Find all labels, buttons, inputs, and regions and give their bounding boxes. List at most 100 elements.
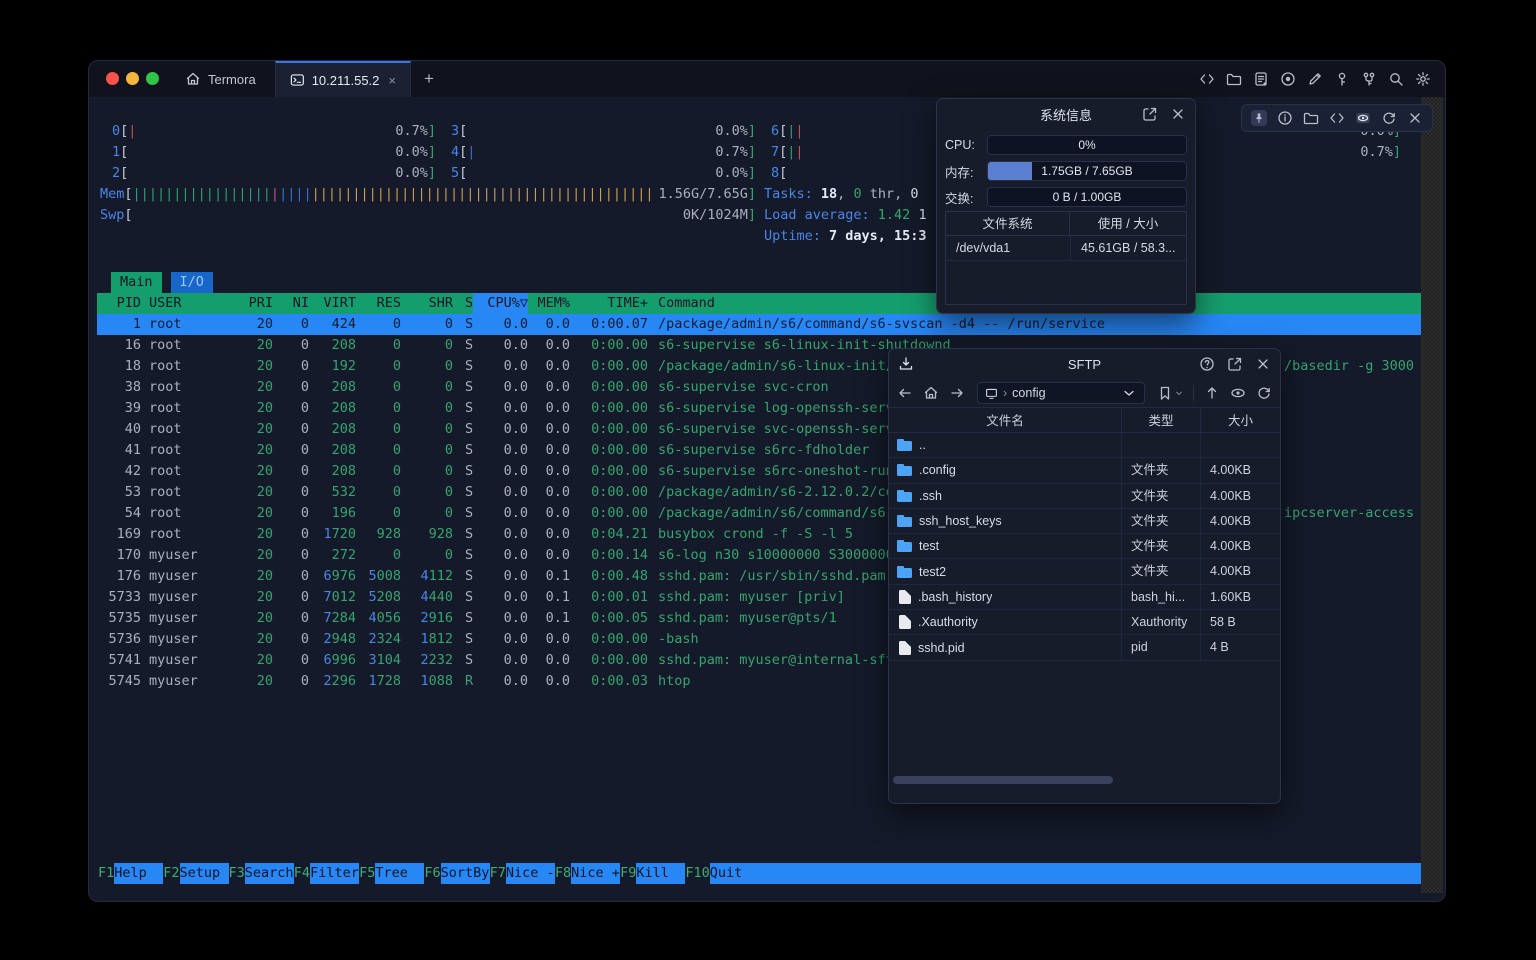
show-hidden-icon[interactable] xyxy=(1230,385,1246,401)
terminal-icon xyxy=(290,72,305,88)
search-icon[interactable] xyxy=(1388,71,1404,87)
htop-tab-main[interactable]: Main xyxy=(111,272,162,293)
forward-icon[interactable] xyxy=(949,385,965,401)
code-icon[interactable] xyxy=(1199,71,1215,87)
open-in-window-icon[interactable] xyxy=(1142,106,1158,122)
fnkey-f7[interactable]: F7 xyxy=(490,863,506,884)
system-info-titlebar: 系统信息 xyxy=(937,99,1195,129)
fnlabel-search[interactable]: Search xyxy=(245,863,294,884)
settings-icon[interactable] xyxy=(1415,71,1431,87)
column-size[interactable]: 大小 xyxy=(1200,408,1280,434)
fnlabel-help[interactable]: Help xyxy=(114,863,163,884)
fnkey-f8[interactable]: F8 xyxy=(555,863,571,884)
close-icon[interactable] xyxy=(1170,106,1186,122)
gpu-monitor-icon[interactable] xyxy=(1355,110,1371,126)
cpu-usage-bar: 0% xyxy=(987,135,1187,155)
column-type[interactable]: 类型 xyxy=(1121,408,1200,434)
fnlabel-nice-[interactable]: Nice - xyxy=(506,863,555,884)
caret-down-icon[interactable] xyxy=(1175,385,1183,401)
cpu-meter-line: 2[0.0%]5[0.0%]8[ xyxy=(97,163,1430,184)
notes-icon[interactable] xyxy=(1253,71,1269,87)
fnkey-f5[interactable]: F5 xyxy=(359,863,375,884)
file-icon xyxy=(899,641,911,655)
file-row[interactable]: ssh_host_keys文件夹4.00KB xyxy=(889,509,1280,534)
fnkey-f3[interactable]: F3 xyxy=(229,863,245,884)
titlebar-toolbar xyxy=(1199,61,1431,97)
filesystem-row[interactable]: /dev/vda1 45.61GB / 58.3... xyxy=(946,236,1186,261)
folder-icon[interactable] xyxy=(1303,110,1319,126)
filesystem-table: 文件系统 使用 / 大小 /dev/vda1 45.61GB / 58.3... xyxy=(945,211,1187,305)
file-row[interactable]: .ssh文件夹4.00KB xyxy=(889,484,1280,509)
info-icon[interactable] xyxy=(1277,110,1293,126)
edit-icon[interactable] xyxy=(1307,71,1323,87)
file-icon xyxy=(899,590,911,604)
path-breadcrumb[interactable]: › config xyxy=(977,382,1145,404)
download-icon[interactable] xyxy=(898,356,914,372)
current-folder: config xyxy=(1012,386,1045,400)
fnlabel-setup[interactable]: Setup xyxy=(180,863,229,884)
new-tab-button[interactable]: + xyxy=(419,69,439,89)
fnlabel-sortby[interactable]: SortBy xyxy=(441,863,490,884)
htop-function-bar: F1Help F2Setup F3SearchF4FilterF5Tree F6… xyxy=(98,863,1422,884)
file-row[interactable]: .bash_historybash_hi...1.60KB xyxy=(889,585,1280,610)
fnlabel-quit[interactable]: Quit xyxy=(710,863,1422,884)
parent-directory-icon[interactable] xyxy=(1204,385,1220,401)
close-window-button[interactable] xyxy=(106,72,119,85)
home-icon[interactable] xyxy=(923,385,939,401)
folder-icon xyxy=(897,566,912,578)
command-overflow: ipcserver-access xyxy=(1284,503,1414,524)
refresh-icon[interactable] xyxy=(1381,110,1397,126)
fnkey-f1[interactable]: F1 xyxy=(98,863,114,884)
fnlabel-nice-[interactable]: Nice + xyxy=(571,863,620,884)
swap-meter-line: Swp[0K/1024M]Load average: 1.42 1 xyxy=(97,205,1430,226)
refresh-icon[interactable] xyxy=(1256,385,1272,401)
record-icon[interactable] xyxy=(1280,71,1296,87)
chevron-down-icon[interactable] xyxy=(1121,385,1137,401)
key-icon[interactable] xyxy=(1334,71,1350,87)
fnlabel-kill[interactable]: Kill xyxy=(636,863,685,884)
fnkey-f9[interactable]: F9 xyxy=(620,863,636,884)
fnkey-f4[interactable]: F4 xyxy=(294,863,310,884)
horizontal-scrollbar[interactable] xyxy=(893,776,1113,784)
file-row[interactable]: sshd.pidpid4 B xyxy=(889,635,1280,660)
sftp-panel: SFTP › config xyxy=(888,348,1281,804)
back-icon[interactable] xyxy=(897,385,913,401)
terminal-scrollbar[interactable] xyxy=(1421,97,1443,893)
fs-name: /dev/vda1 xyxy=(946,236,1070,261)
htop-tab-io[interactable]: I/O xyxy=(171,272,213,293)
code-icon[interactable] xyxy=(1329,110,1345,126)
tab-termora-home[interactable]: Termora xyxy=(171,61,270,97)
process-row[interactable]: 1root20042400S0.00.00:00.07/package/admi… xyxy=(97,314,1422,335)
column-filename[interactable]: 文件名 xyxy=(889,408,1121,434)
memory-usage-bar: 1.75GB / 7.65GB xyxy=(987,161,1187,181)
fnlabel-tree[interactable]: Tree xyxy=(375,863,424,884)
fs-column-header: 文件系统 xyxy=(946,212,1070,236)
fnkey-f10[interactable]: F10 xyxy=(685,863,709,884)
file-row[interactable]: .. xyxy=(889,433,1280,458)
file-row[interactable]: .XauthorityXauthority58 B xyxy=(889,610,1280,635)
tab-ssh-session[interactable]: 10.211.55.2 × xyxy=(275,61,411,97)
file-row[interactable]: test2文件夹4.00KB xyxy=(889,559,1280,584)
close-icon[interactable] xyxy=(1255,356,1271,372)
file-table-header[interactable]: 文件名 类型 大小 xyxy=(889,407,1280,433)
keychain-icon[interactable] xyxy=(1361,71,1377,87)
close-icon[interactable] xyxy=(1407,110,1423,126)
maximize-window-button[interactable] xyxy=(146,72,159,85)
file-row[interactable]: .config文件夹4.00KB xyxy=(889,458,1280,483)
fnkey-f2[interactable]: F2 xyxy=(163,863,179,884)
fnlabel-filter[interactable]: Filter xyxy=(310,863,359,884)
process-table-header[interactable]: PIDUSERPRINIVIRTRESSHRSCPU%▽MEM%TIME+Com… xyxy=(97,293,1422,314)
close-tab-icon[interactable]: × xyxy=(388,73,396,88)
pin-icon[interactable] xyxy=(1251,110,1267,126)
folder-icon xyxy=(897,464,912,476)
breadcrumb-separator: › xyxy=(1003,386,1007,400)
swap-label: 交换: xyxy=(945,188,987,207)
minimize-window-button[interactable] xyxy=(126,72,139,85)
help-icon[interactable] xyxy=(1199,356,1215,372)
open-in-window-icon[interactable] xyxy=(1227,356,1243,372)
folder-icon xyxy=(897,439,912,451)
bookmark-icon[interactable] xyxy=(1157,385,1173,401)
fnkey-f6[interactable]: F6 xyxy=(424,863,440,884)
file-row[interactable]: test文件夹4.00KB xyxy=(889,534,1280,559)
folder-icon[interactable] xyxy=(1226,71,1242,87)
